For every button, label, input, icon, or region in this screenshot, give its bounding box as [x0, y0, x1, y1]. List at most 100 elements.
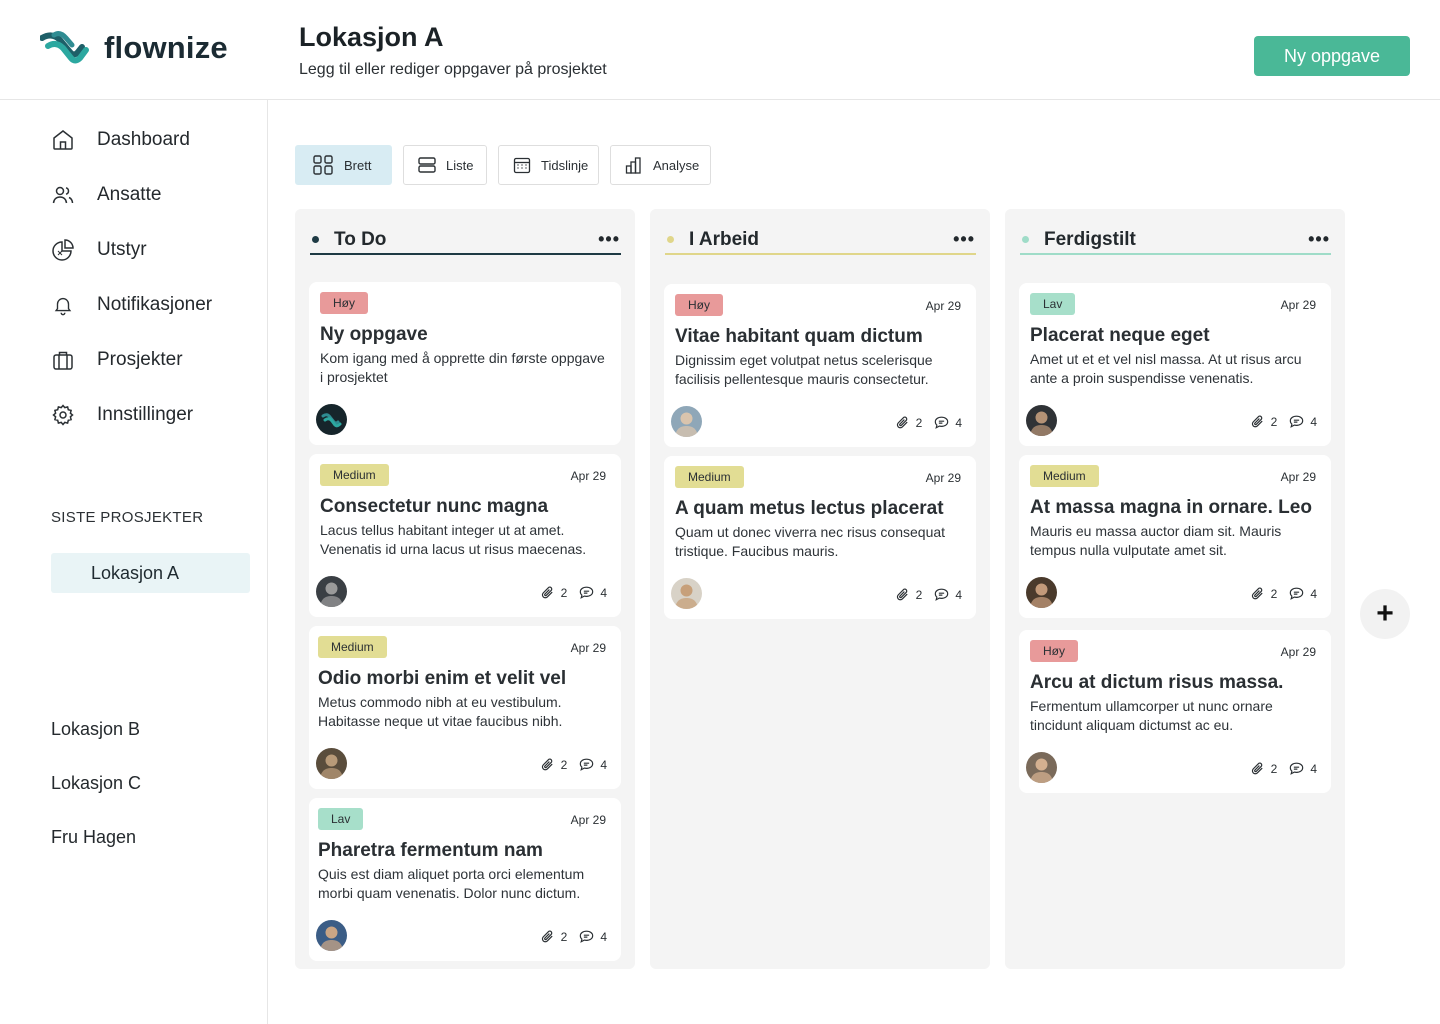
column-menu-icon[interactable]: ••• — [1308, 229, 1330, 250]
card-description: Quis est diam aliquet porta orci element… — [318, 866, 585, 901]
sidebar-item-dashboard[interactable]: Dashboard — [50, 112, 212, 167]
card-title: Consectetur nunc magna — [320, 496, 549, 517]
avatar[interactable] — [316, 404, 347, 435]
column-title: Ferdigstilt — [1044, 228, 1136, 250]
person-photo — [1030, 583, 1053, 608]
board-column: I Arbeid ••• Høy Apr 29 Vitae habitant quam … — [650, 209, 990, 969]
due-date: Apr 29 — [925, 471, 961, 485]
avatar[interactable] — [1026, 752, 1057, 783]
paperclip-icon — [1250, 586, 1265, 601]
sidebar-item-notifikasjoner[interactable]: Notifikasjoner — [50, 277, 212, 332]
task-card[interactable]: Høy Apr 29 Arcu at dictum risus massa. Ferm… — [1019, 630, 1331, 793]
pie-chart-icon — [50, 237, 76, 263]
recent-project-fru-hagen[interactable]: Fru Hagen — [51, 827, 136, 848]
page-subtitle: Legg til eller rediger oppgaver på prosj… — [299, 61, 607, 78]
tab-label: Brett — [344, 157, 372, 173]
comment-icon — [1289, 586, 1304, 601]
card-meta: 24 — [895, 415, 962, 430]
priority-badge: Medium — [320, 464, 389, 486]
comment-icon — [1289, 414, 1304, 429]
tab-analyse[interactable]: Analyse — [610, 145, 711, 185]
tab-tidslinje[interactable]: Tidslinje — [498, 145, 599, 185]
task-card[interactable]: Lav Apr 29 Placerat neque eget Amet ut et e… — [1019, 283, 1331, 446]
priority-badge: Høy — [320, 292, 368, 314]
priority-badge: Lav — [1030, 293, 1076, 315]
sidebar-item-utstyr[interactable]: Utstyr — [50, 222, 212, 277]
card-meta: 24 — [540, 929, 607, 944]
tab-brett[interactable]: Brett — [295, 145, 392, 185]
bar-chart-icon — [625, 156, 643, 174]
comment-count: 4 — [955, 415, 962, 430]
sidebar-item-innstillinger[interactable]: Innstillinger — [50, 387, 212, 442]
calendar-icon — [513, 156, 531, 174]
task-card[interactable]: Medium Apr 29 At massa magna in ornare. Le… — [1019, 455, 1331, 618]
avatar[interactable] — [316, 920, 347, 951]
paperclip-icon — [1250, 761, 1265, 776]
column-menu-icon[interactable]: ••• — [598, 229, 620, 250]
avatar[interactable] — [1026, 405, 1057, 436]
card-description: Quam ut donec viverra nec risus consequa… — [675, 524, 946, 559]
recent-project-lokasjon-b[interactable]: Lokasjon B — [51, 719, 140, 740]
list-icon — [418, 156, 436, 174]
avatar[interactable] — [316, 576, 347, 607]
due-date: Apr 29 — [570, 641, 606, 655]
priority-badge: Høy — [1030, 640, 1078, 662]
tab-label: Liste — [446, 157, 474, 173]
avatar[interactable] — [671, 578, 702, 609]
attachment-count: 2 — [1270, 586, 1278, 601]
board-column: To Do ••• Høy Ny oppgave Kom igang med å opp… — [295, 209, 635, 969]
tab-liste[interactable]: Liste — [403, 145, 487, 185]
add-column-button[interactable]: + — [1360, 589, 1410, 639]
recent-project-lokasjon-a[interactable]: Lokasjon A — [51, 553, 250, 593]
task-card[interactable]: Høy Apr 29 Vitae habitant quam dictum Digni… — [664, 284, 976, 447]
card-title: Odio morbi enim et velit vel — [318, 668, 567, 689]
column-underline — [310, 253, 621, 255]
column-status-dot — [312, 236, 319, 243]
avatar[interactable] — [316, 748, 347, 779]
person-photo — [1030, 411, 1053, 436]
card-meta: 24 — [540, 585, 607, 600]
comment-count: 4 — [1310, 586, 1317, 601]
column-status-dot — [667, 236, 674, 243]
tab-label: Analyse — [653, 157, 700, 173]
task-card[interactable]: Medium Apr 29 Consectetur nunc magna Lacus … — [309, 454, 621, 617]
priority-badge: Lav — [318, 808, 364, 830]
task-card[interactable]: Medium Apr 29 A quam metus lectus placerat… — [664, 456, 976, 619]
task-card[interactable]: Høy Ny oppgave Kom igang med å opprette di… — [309, 282, 621, 445]
card-title: Arcu at dictum risus massa. — [1030, 672, 1284, 693]
comment-count: 4 — [1310, 414, 1317, 429]
avatar[interactable] — [1026, 577, 1057, 608]
priority-badge: Medium — [318, 636, 387, 658]
grid-icon — [312, 154, 334, 176]
page-title: Lokasjon A — [299, 22, 444, 52]
column-menu-icon[interactable]: ••• — [953, 229, 975, 250]
attachment-count: 2 — [915, 415, 923, 430]
attachment-count: 2 — [1270, 414, 1278, 429]
task-card[interactable]: Lav Apr 29 Pharetra fermentum nam Quis est … — [309, 798, 621, 961]
due-date: Apr 29 — [1280, 645, 1316, 659]
card-description: Lacus tellus habitant integer ut at amet… — [320, 522, 587, 557]
sidebar-item-ansatte[interactable]: Ansatte — [50, 167, 212, 222]
top-bar: flownize Lokasjon A Legg til eller redig… — [0, 0, 1440, 100]
column-status-dot — [1022, 236, 1029, 243]
task-card[interactable]: Medium Apr 29 Odio morbi enim et velit vel… — [309, 626, 621, 789]
card-meta: 24 — [895, 587, 962, 602]
sidebar-item-prosjekter[interactable]: Prosjekter — [50, 332, 212, 387]
paperclip-icon — [540, 757, 555, 772]
column-header: Ferdigstilt ••• — [1020, 223, 1331, 256]
sidebar-nav: Dashboard Ansatte Utstyr Notifikasjoner … — [50, 112, 212, 442]
column-underline — [665, 253, 976, 255]
card-description: Kom igang med å opprette din første oppg… — [320, 350, 605, 385]
new-task-button[interactable]: Ny oppgave — [1254, 36, 1410, 76]
card-description: Fermentum ullamcorper ut nunc ornare tin… — [1030, 698, 1273, 733]
briefcase-icon — [50, 347, 76, 373]
sidebar-item-label: Prosjekter — [97, 348, 183, 370]
column-header: To Do ••• — [310, 223, 621, 256]
priority-badge: Medium — [1030, 465, 1099, 487]
priority-badge: Høy — [675, 294, 723, 316]
column-underline — [1020, 253, 1331, 255]
avatar[interactable] — [671, 406, 702, 437]
card-meta: 24 — [1250, 414, 1317, 429]
recent-project-lokasjon-c[interactable]: Lokasjon C — [51, 773, 141, 794]
logo[interactable]: flownize — [40, 28, 228, 68]
